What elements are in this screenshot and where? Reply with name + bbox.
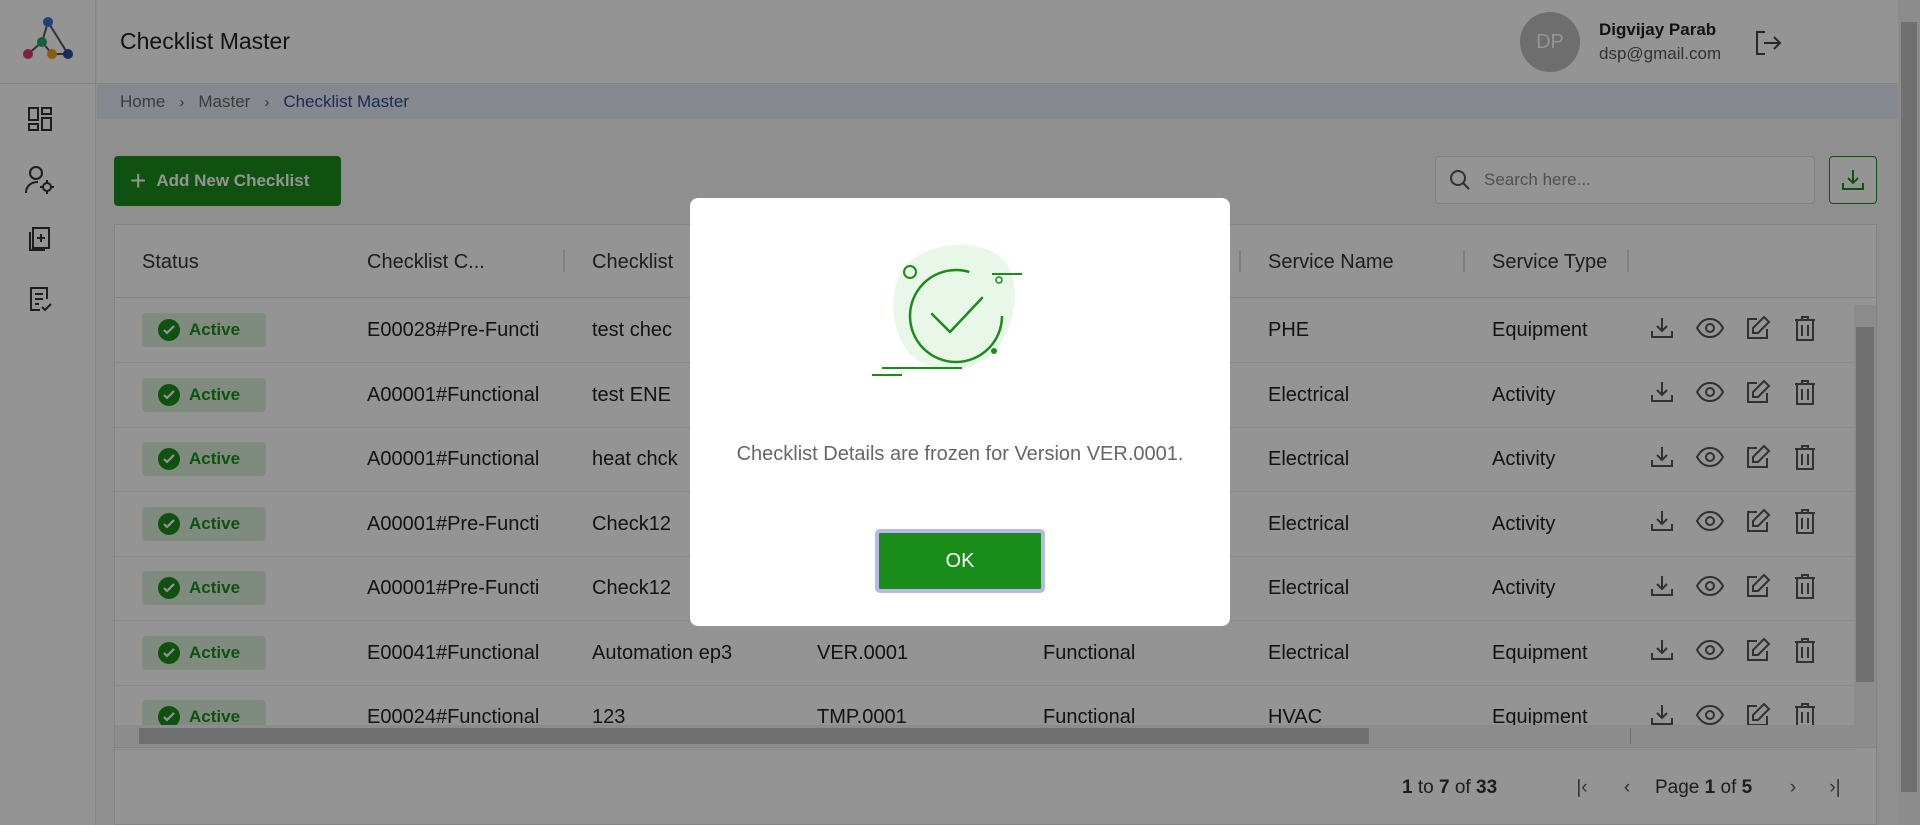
dialog-message: Checklist Details are frozen for Version… xyxy=(736,443,1184,465)
frozen-checklist-dialog: Checklist Details are frozen for Version… xyxy=(690,198,1230,626)
success-check-illustration xyxy=(858,238,1062,388)
ok-button[interactable]: OK xyxy=(875,529,1045,593)
